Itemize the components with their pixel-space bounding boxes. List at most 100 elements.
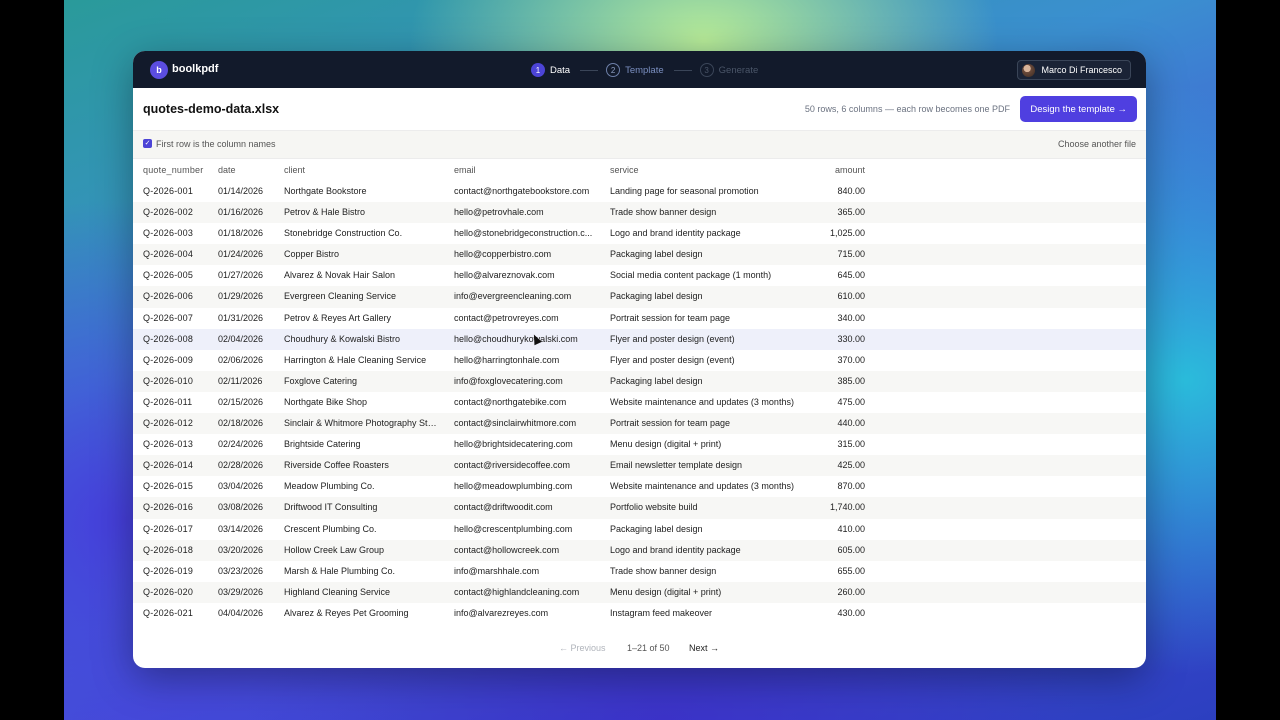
cell-client: Hollow Creek Law Group bbox=[284, 544, 385, 555]
step-generate[interactable]: 3 Generate bbox=[699, 63, 758, 77]
step-template[interactable]: 2 Template bbox=[606, 63, 664, 77]
table-row[interactable]: Q-2026-006 01/29/2026 Evergreen Cleaning S… bbox=[133, 286, 1146, 308]
header-row-checkbox-label[interactable]: First row is the column names bbox=[156, 139, 276, 149]
cell-date: 02/18/2026 bbox=[218, 418, 264, 429]
cell-email: hello@choudhurykowalski.com bbox=[454, 333, 578, 344]
cell-email: contact@highlandcleaning.com bbox=[454, 586, 580, 597]
step-separator bbox=[580, 69, 599, 71]
choose-another-file-link[interactable]: Choose another file bbox=[1058, 139, 1136, 149]
table-row[interactable]: Q-2026-012 02/18/2026 Sinclair & Whitmore … bbox=[133, 413, 1146, 435]
cell-date: 03/08/2026 bbox=[218, 502, 264, 513]
table-row[interactable]: Q-2026-008 02/04/2026 Choudhury & Kowalski… bbox=[133, 328, 1146, 350]
table-row[interactable]: Q-2026-020 03/29/2026 Highland Cleaning Se… bbox=[133, 581, 1146, 603]
cell-service: Packaging label design bbox=[610, 375, 703, 386]
table-body: Q-2026-001 01/14/2026 Northgate Bookstore c… bbox=[133, 181, 1146, 624]
step-number: 1 bbox=[531, 63, 545, 77]
cell-amount: 610.00 bbox=[837, 291, 865, 302]
cell-amount: 370.00 bbox=[837, 354, 865, 365]
table-row[interactable]: Q-2026-013 02/24/2026 Brightside Catering h… bbox=[133, 434, 1146, 455]
cell-quote-number: Q-2026-014 bbox=[143, 460, 194, 471]
cell-service: Email newsletter template design bbox=[610, 460, 743, 471]
step-number: 2 bbox=[606, 63, 621, 77]
header-row-checkbox[interactable]: ✓ bbox=[143, 139, 152, 148]
cell-quote-number: Q-2026-009 bbox=[143, 354, 194, 365]
design-template-button[interactable]: Design the template → bbox=[1020, 96, 1137, 122]
table-row[interactable]: Q-2026-007 01/31/2026 Petrov & Reyes Art G… bbox=[133, 308, 1146, 329]
cell-amount: 645.00 bbox=[837, 270, 865, 281]
table-row[interactable]: Q-2026-018 03/20/2026 Hollow Creek Law Gro… bbox=[133, 539, 1146, 561]
cell-amount: 385.00 bbox=[837, 375, 865, 386]
cell-quote-number: Q-2026-018 bbox=[143, 544, 194, 555]
cell-quote-number: Q-2026-010 bbox=[143, 375, 194, 386]
table-row[interactable]: Q-2026-019 03/23/2026 Marsh & Hale Plumbin… bbox=[133, 561, 1146, 582]
cell-amount: 315.00 bbox=[837, 439, 865, 450]
table-row[interactable]: Q-2026-001 01/14/2026 Northgate Bookstore c… bbox=[133, 181, 1146, 202]
column-header-date: date bbox=[218, 165, 236, 175]
cell-amount: 655.00 bbox=[837, 565, 865, 576]
stepper: 1 Data 2 Template 3 Generate bbox=[531, 62, 758, 78]
user-menu-button[interactable]: Marco Di Francesco bbox=[1017, 60, 1131, 80]
cell-date: 03/14/2026 bbox=[218, 523, 264, 534]
table-row[interactable]: Q-2026-014 02/28/2026 Riverside Coffee Roa… bbox=[133, 455, 1146, 477]
cell-email: info@marshhale.com bbox=[454, 565, 540, 576]
column-header-email: email bbox=[454, 165, 476, 175]
cell-service: Portrait session for team page bbox=[610, 312, 731, 323]
cell-quote-number: Q-2026-006 bbox=[143, 291, 194, 302]
next-page-button[interactable]: Next → bbox=[689, 643, 719, 653]
cell-amount: 475.00 bbox=[837, 396, 865, 407]
cell-client: Alvarez & Novak Hair Salon bbox=[284, 270, 396, 281]
cell-service: Trade show banner design bbox=[610, 207, 717, 218]
cell-client: Northgate Bookstore bbox=[284, 186, 367, 196]
step-data[interactable]: 1 Data bbox=[531, 63, 570, 77]
cell-client: Marsh & Hale Plumbing Co. bbox=[284, 565, 396, 576]
top-nav-bar: b boolkpdf 1 Data 2 Template 3 Generate … bbox=[133, 51, 1146, 88]
cell-client: Copper Bistro bbox=[284, 249, 340, 260]
table-row[interactable]: Q-2026-009 02/06/2026 Harrington & Hale Cl… bbox=[133, 350, 1146, 371]
cell-amount: 330.00 bbox=[837, 333, 865, 344]
cell-client: Riverside Coffee Roasters bbox=[284, 460, 389, 471]
cell-service: Flyer and poster design (event) bbox=[610, 354, 735, 365]
cell-amount: 365.00 bbox=[837, 207, 865, 218]
table-row[interactable]: Q-2026-016 03/08/2026 Driftwood IT Consult… bbox=[133, 497, 1146, 519]
table-row[interactable]: Q-2026-010 02/11/2026 Foxglove Catering inf… bbox=[133, 370, 1146, 392]
step-number: 3 bbox=[699, 63, 714, 77]
file-name: quotes-demo-data.xlsx bbox=[143, 102, 280, 116]
cell-date: 02/11/2026 bbox=[218, 375, 263, 386]
cell-email: contact@sinclairwhitmore.com bbox=[454, 418, 577, 429]
table-row[interactable]: Q-2026-004 01/24/2026 Copper Bistro hello@c… bbox=[133, 244, 1146, 266]
cell-email: hello@harringtonhale.com bbox=[454, 354, 560, 365]
cell-email: hello@crescentplumbing.com bbox=[454, 523, 573, 534]
cell-date: 01/31/2026 bbox=[218, 312, 264, 323]
table-row[interactable]: Q-2026-002 01/16/2026 Petrov & Hale Bistro… bbox=[133, 202, 1146, 224]
cell-quote-number: Q-2026-016 bbox=[143, 502, 194, 513]
cell-amount: 605.00 bbox=[837, 544, 865, 555]
file-header: quotes-demo-data.xlsx 50 rows, 6 columns… bbox=[133, 88, 1146, 131]
cell-quote-number: Q-2026-015 bbox=[143, 481, 194, 492]
avatar bbox=[1022, 63, 1036, 77]
table-row[interactable]: Q-2026-017 03/14/2026 Crescent Plumbing Co… bbox=[133, 519, 1146, 540]
previous-page-button[interactable]: ← Previous bbox=[559, 643, 606, 653]
table-row[interactable]: Q-2026-005 01/27/2026 Alvarez & Novak Hair… bbox=[133, 265, 1146, 286]
cell-quote-number: Q-2026-020 bbox=[143, 586, 194, 597]
cell-service: Packaging label design bbox=[610, 291, 703, 302]
cell-date: 01/29/2026 bbox=[218, 291, 264, 302]
table-header-row: quote_number date client email service a… bbox=[133, 159, 1146, 181]
cell-quote-number: Q-2026-005 bbox=[143, 270, 194, 281]
cell-quote-number: Q-2026-002 bbox=[143, 207, 194, 218]
cell-client: Petrov & Hale Bistro bbox=[284, 207, 366, 218]
table-row[interactable]: Q-2026-011 02/15/2026 Northgate Bike Shop c… bbox=[133, 392, 1146, 413]
cell-email: hello@stonebridgeconstruction.c... bbox=[454, 228, 593, 239]
table-row[interactable]: Q-2026-021 04/04/2026 Alvarez & Reyes Pet … bbox=[133, 603, 1146, 624]
logo-icon: b bbox=[150, 61, 168, 79]
cell-client: Alvarez & Reyes Pet Grooming bbox=[284, 607, 409, 618]
cell-date: 02/06/2026 bbox=[218, 354, 264, 365]
cell-service: Landing page for seasonal promotion bbox=[610, 186, 759, 196]
cell-service: Instagram feed makeover bbox=[610, 607, 713, 618]
cell-date: 02/04/2026 bbox=[218, 333, 264, 344]
column-header-amount: amount bbox=[834, 165, 865, 175]
cell-service: Packaging label design bbox=[610, 249, 703, 260]
table-row[interactable]: Q-2026-003 01/18/2026 Stonebridge Construc… bbox=[133, 223, 1146, 244]
table-row[interactable]: Q-2026-015 03/04/2026 Meadow Plumbing Co. h… bbox=[133, 476, 1146, 497]
cell-amount: 715.00 bbox=[837, 249, 865, 260]
cell-email: hello@petrovhale.com bbox=[454, 207, 544, 218]
